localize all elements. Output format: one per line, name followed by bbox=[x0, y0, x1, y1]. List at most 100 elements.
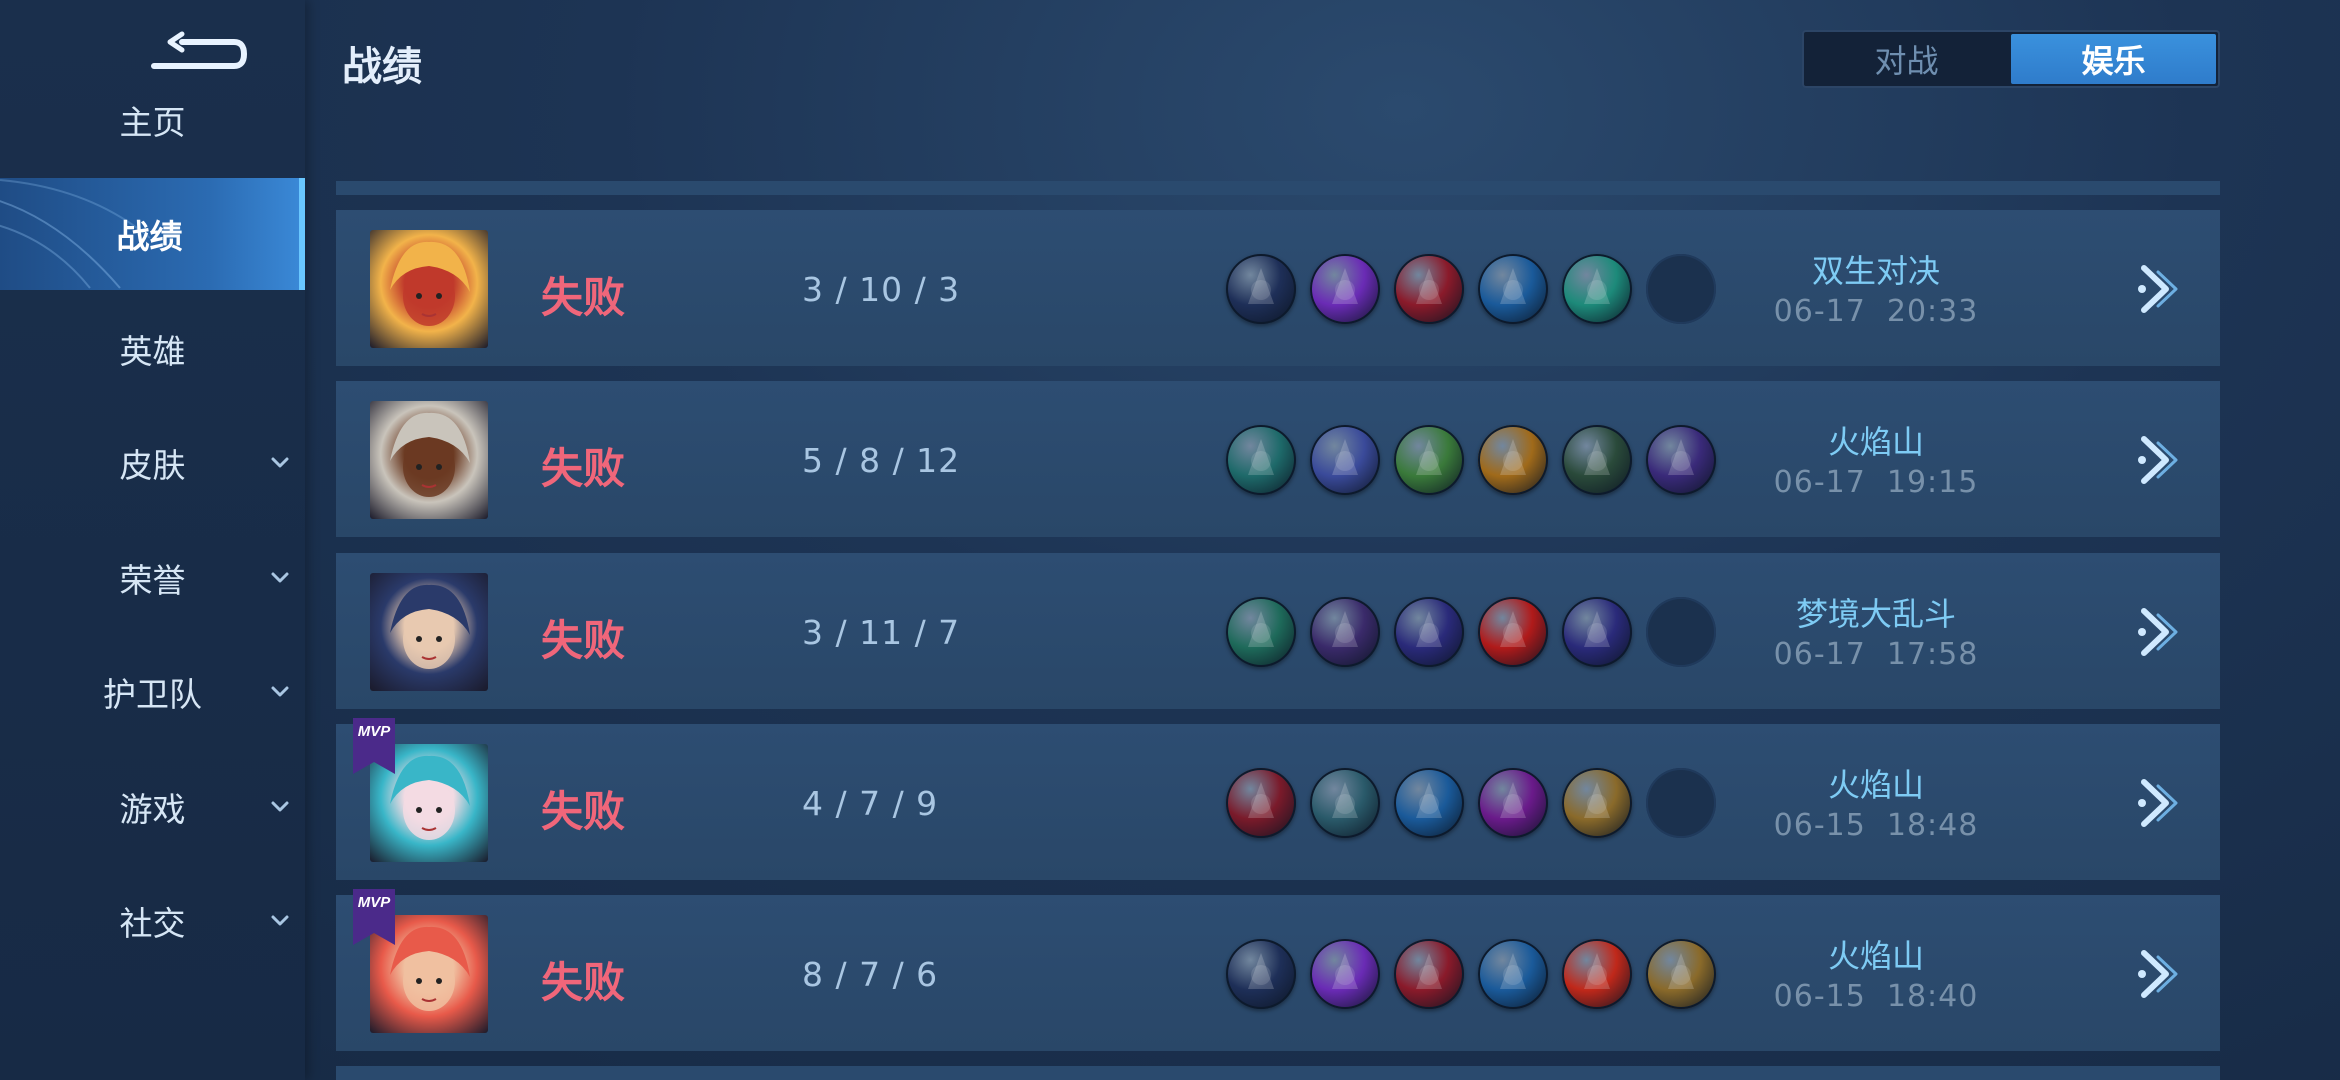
kda-score: 3 / 11 / 7 bbox=[802, 613, 961, 652]
equipment-item-icon bbox=[1562, 425, 1632, 495]
equipment-item-icon bbox=[1310, 425, 1380, 495]
equipment-item-icon bbox=[1394, 254, 1464, 324]
game-mode: 火焰山 bbox=[1827, 937, 1924, 975]
sidebar-item-label: 社交 bbox=[119, 904, 186, 943]
game-mode: 火焰山 bbox=[1827, 766, 1924, 804]
chevron-down-icon bbox=[271, 915, 289, 926]
equipment-list bbox=[1226, 254, 1716, 324]
hero-avatar bbox=[370, 230, 488, 348]
equipment-item-icon bbox=[1394, 597, 1464, 667]
match-row[interactable]: 失败 5 / 8 / 12 火焰山 06-17 19:15 bbox=[336, 381, 2220, 537]
equipment-item-icon bbox=[1478, 425, 1548, 495]
chevron-down-icon bbox=[271, 686, 289, 697]
match-time: 06-17 17:58 bbox=[1773, 637, 1979, 672]
chevron-right-icon[interactable] bbox=[2136, 262, 2186, 316]
sidebar-item-label: 战绩 bbox=[116, 217, 183, 256]
equipment-item-icon bbox=[1394, 768, 1464, 838]
chevron-right-icon[interactable] bbox=[2136, 776, 2186, 830]
equipment-item-icon bbox=[1394, 425, 1464, 495]
equipment-item-icon bbox=[1478, 597, 1548, 667]
match-row[interactable]: MVP 失败 8 / 7 / 6 火焰山 06-15 18:40 bbox=[336, 889, 2220, 1051]
hero-portrait-icon bbox=[390, 584, 470, 669]
equipment-list bbox=[1226, 597, 1716, 667]
equipment-item-icon bbox=[1310, 597, 1380, 667]
kda-score: 5 / 8 / 12 bbox=[802, 441, 961, 480]
kda-score: 4 / 7 / 9 bbox=[802, 784, 939, 823]
match-row[interactable]: 失败 3 / 11 / 7 梦境大乱斗 06-17 17:58 bbox=[336, 553, 2220, 709]
mvp-badge: MVP bbox=[349, 889, 399, 947]
chevron-down-icon bbox=[271, 572, 289, 583]
sidebar-item-0[interactable]: 主页 bbox=[0, 64, 305, 176]
empty-item-slot bbox=[1646, 597, 1716, 667]
empty-item-slot bbox=[1646, 768, 1716, 838]
kda-score: 8 / 7 / 6 bbox=[802, 955, 939, 994]
match-result: 失败 bbox=[541, 787, 626, 836]
mvp-label: MVP bbox=[358, 723, 392, 740]
equipment-item-icon bbox=[1226, 939, 1296, 1009]
chevron-down-icon bbox=[271, 457, 289, 468]
sidebar-item-5[interactable]: 护卫队 bbox=[0, 636, 305, 748]
game-mode: 双生对决 bbox=[1811, 252, 1940, 290]
match-result: 失败 bbox=[541, 444, 626, 493]
sidebar-item-label: 英雄 bbox=[119, 332, 186, 371]
sidebar-item-label: 皮肤 bbox=[119, 446, 186, 485]
chevron-right-icon[interactable] bbox=[2136, 605, 2186, 659]
chevron-down-icon bbox=[271, 801, 289, 812]
equipment-item-icon bbox=[1562, 597, 1632, 667]
sidebar: 主页战绩英雄皮肤荣誉护卫队游戏社交 bbox=[0, 0, 305, 1080]
equipment-item-icon bbox=[1478, 768, 1548, 838]
hero-avatar bbox=[370, 573, 488, 691]
equipment-item-icon bbox=[1562, 939, 1632, 1009]
hero-portrait-icon bbox=[390, 241, 470, 326]
tab-battle[interactable]: 对战 bbox=[1804, 32, 2009, 86]
tab-entertainment[interactable]: 娱乐 bbox=[2011, 34, 2216, 84]
hero-portrait-icon bbox=[390, 412, 470, 497]
equipment-item-icon bbox=[1562, 254, 1632, 324]
sidebar-item-label: 荣誉 bbox=[119, 561, 186, 600]
match-row[interactable]: 失败 3 / 10 / 3 双生对决 06-17 20:33 bbox=[336, 210, 2220, 366]
match-result: 失败 bbox=[541, 958, 626, 1007]
sidebar-item-label: 护卫队 bbox=[103, 675, 202, 714]
equipment-list bbox=[1226, 939, 1716, 1009]
equipment-item-icon bbox=[1226, 768, 1296, 838]
game-mode: 火焰山 bbox=[1827, 423, 1924, 461]
mvp-badge: MVP bbox=[349, 718, 399, 776]
equipment-item-icon bbox=[1226, 597, 1296, 667]
equipment-item-icon bbox=[1310, 939, 1380, 1009]
mode-tab-group: 对战 娱乐 bbox=[1802, 30, 2220, 88]
equipment-item-icon bbox=[1226, 425, 1296, 495]
match-time: 06-17 20:33 bbox=[1773, 294, 1979, 329]
sidebar-item-label: 主页 bbox=[119, 103, 186, 142]
equipment-item-icon bbox=[1226, 254, 1296, 324]
kda-score: 3 / 10 / 3 bbox=[802, 270, 961, 309]
list-bottom-edge bbox=[336, 1066, 2220, 1080]
sidebar-item-7[interactable]: 社交 bbox=[0, 865, 305, 977]
sidebar-item-3[interactable]: 皮肤 bbox=[0, 407, 305, 519]
match-time: 06-15 18:48 bbox=[1773, 808, 1979, 843]
page-title: 战绩 bbox=[342, 44, 422, 90]
chevron-right-icon[interactable] bbox=[2136, 433, 2186, 487]
equipment-item-icon bbox=[1310, 768, 1380, 838]
list-top-edge bbox=[336, 181, 2220, 195]
sidebar-item-1[interactable]: 战绩 bbox=[0, 178, 305, 290]
chevron-right-icon[interactable] bbox=[2136, 947, 2186, 1001]
equipment-item-icon bbox=[1646, 425, 1716, 495]
empty-item-slot bbox=[1646, 254, 1716, 324]
equipment-list bbox=[1226, 425, 1716, 495]
equipment-item-icon bbox=[1478, 939, 1548, 1009]
equipment-item-icon bbox=[1394, 939, 1464, 1009]
sidebar-item-6[interactable]: 游戏 bbox=[0, 751, 305, 863]
mvp-label: MVP bbox=[358, 894, 392, 911]
hero-avatar bbox=[370, 401, 488, 519]
equipment-item-icon bbox=[1478, 254, 1548, 324]
equipment-list bbox=[1226, 768, 1716, 838]
sidebar-item-label: 游戏 bbox=[119, 790, 186, 829]
sidebar-item-4[interactable]: 荣誉 bbox=[0, 522, 305, 634]
match-row[interactable]: MVP 失败 4 / 7 / 9 火焰山 06-15 18:48 bbox=[336, 718, 2220, 880]
equipment-item-icon bbox=[1562, 768, 1632, 838]
game-mode: 梦境大乱斗 bbox=[1795, 595, 1956, 633]
sidebar-item-2[interactable]: 英雄 bbox=[0, 293, 305, 405]
match-time: 06-17 19:15 bbox=[1773, 465, 1979, 500]
match-time: 06-15 18:40 bbox=[1773, 979, 1979, 1014]
match-result: 失败 bbox=[541, 273, 626, 322]
